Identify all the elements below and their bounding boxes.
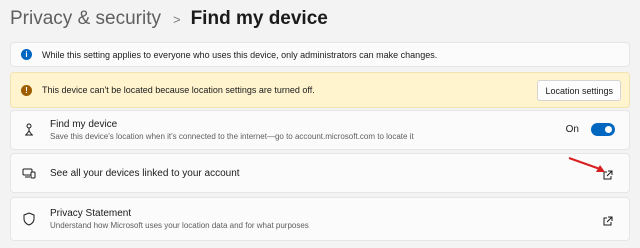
breadcrumb-parent-link[interactable]: Privacy & security	[10, 8, 161, 30]
external-link-icon[interactable]	[602, 214, 613, 226]
info-bar: i While this setting applies to everyone…	[10, 42, 630, 67]
breadcrumb: Privacy & security > Find my device	[10, 6, 328, 32]
privacy-statement-card[interactable]: Privacy Statement Understand how Microso…	[10, 197, 630, 241]
info-icon: i	[21, 49, 32, 60]
devices-icon	[22, 166, 36, 180]
privacy-statement-description: Understand how Microsoft uses your locat…	[50, 221, 309, 230]
devices-link-title: See all your devices linked to your acco…	[50, 167, 240, 179]
find-my-device-toggle[interactable]	[591, 123, 615, 136]
devices-link-card[interactable]: See all your devices linked to your acco…	[10, 153, 630, 193]
info-bar-text: While this setting applies to everyone w…	[42, 49, 438, 60]
breadcrumb-separator: >	[172, 11, 181, 27]
find-my-device-toggle-group: On	[566, 123, 615, 136]
toggle-knob	[605, 126, 612, 133]
page-title: Find my device	[190, 8, 328, 29]
warning-bar: ! This device can't be located because l…	[10, 72, 630, 108]
toggle-state-label: On	[565, 124, 579, 135]
privacy-statement-title: Privacy Statement	[50, 208, 132, 219]
find-my-device-description: Save this device's location when it's co…	[50, 132, 414, 141]
warning-icon: !	[21, 84, 32, 96]
find-my-device-title: Find my device	[50, 119, 118, 130]
find-my-device-card: Find my device Save this device's locati…	[10, 110, 630, 150]
location-settings-button[interactable]: Location settings	[537, 80, 621, 101]
red-arrow-icon	[568, 157, 605, 172]
shield-icon	[22, 212, 36, 226]
location-person-icon	[22, 123, 36, 137]
warning-bar-text: This device can't be located because loc…	[42, 85, 315, 95]
